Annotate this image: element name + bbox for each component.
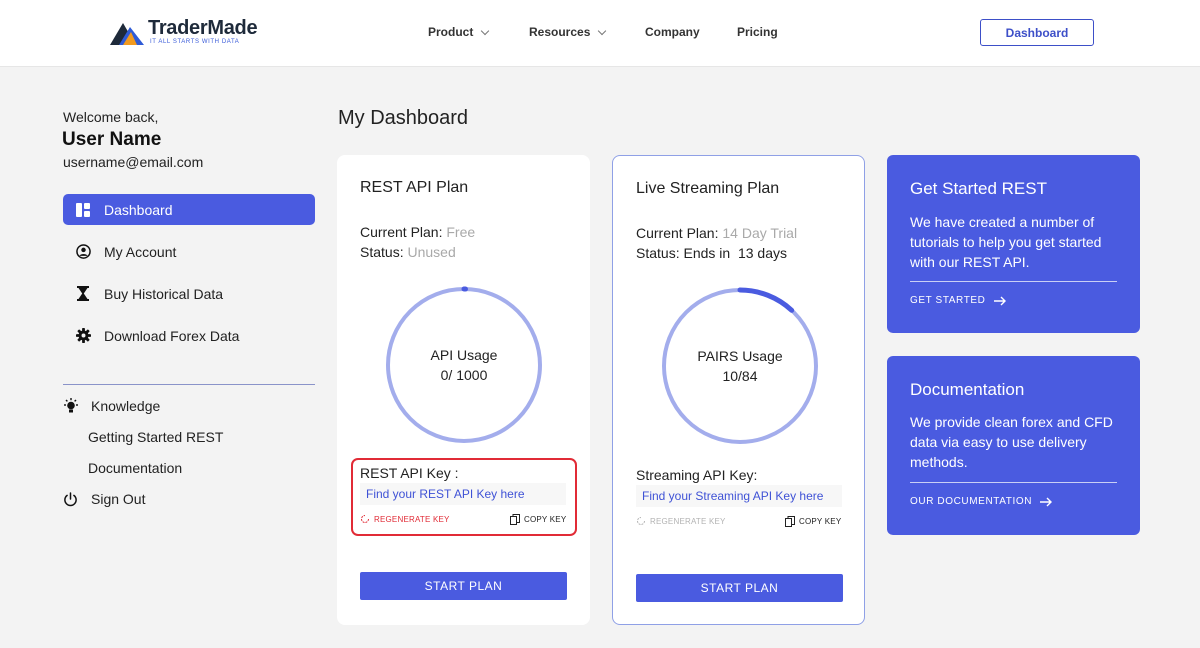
status-label: Status: [636, 245, 680, 261]
nav-product-label: Product [428, 25, 474, 39]
sign-out-label: Sign Out [91, 491, 146, 507]
copy-key-label: COPY KEY [524, 515, 567, 524]
lightbulb-icon [63, 398, 79, 414]
copy-icon [510, 514, 520, 525]
status-line: Status: Ends in 13 days [636, 245, 787, 261]
get-started-label: GET STARTED [910, 295, 986, 306]
nav-product[interactable]: Product [428, 25, 490, 39]
gauge-label: PAIRS Usage 10/84 [660, 286, 820, 446]
gauge-value: 0/ 1000 [440, 367, 488, 383]
sidebar-link-documentation[interactable]: Documentation [88, 460, 182, 476]
sidebar-knowledge[interactable]: Knowledge [63, 398, 160, 414]
sidebar-item-download-forex-data[interactable]: Download Forex Data [63, 320, 315, 351]
current-plan-line: Current Plan: 14 Day Trial [636, 225, 797, 241]
get-started-rest-card: Get Started REST We have created a numbe… [887, 155, 1140, 333]
refresh-icon [637, 517, 645, 525]
sidebar-item-buy-historical-data[interactable]: Buy Historical Data [63, 278, 315, 309]
nav-resources-label: Resources [529, 25, 591, 39]
gauge-title: PAIRS Usage [697, 348, 783, 364]
status-value: Unused [407, 244, 456, 260]
api-key-field[interactable]: Find your Streaming API Key here [636, 485, 842, 507]
page-title: My Dashboard [338, 107, 469, 129]
power-icon [63, 491, 78, 507]
dashboard-button[interactable]: Dashboard [980, 19, 1094, 46]
copy-key-label: COPY KEY [799, 517, 842, 526]
copy-key-button[interactable]: COPY KEY [785, 516, 841, 527]
api-key-label: REST API Key : [360, 465, 459, 481]
gauge-label: API Usage 0/ 1000 [384, 285, 544, 445]
sidebar-item-label: Dashboard [104, 201, 173, 218]
regenerate-key-label: REGENERATE KEY [650, 516, 726, 526]
our-documentation-link[interactable]: OUR DOCUMENTATION [910, 496, 1053, 507]
sidebar-link-getting-started-rest[interactable]: Getting Started REST [88, 429, 223, 445]
start-plan-button[interactable]: START PLAN [636, 574, 843, 602]
gear-icon [75, 328, 91, 344]
sidebar-item-dashboard[interactable]: Dashboard [63, 194, 315, 225]
rest-api-plan-card: REST API Plan Current Plan: Free Status:… [337, 155, 590, 625]
brand-name: TraderMade [148, 17, 258, 39]
card-title: Live Streaming Plan [636, 180, 780, 197]
brand-logo[interactable]: TraderMade IT ALL STARTS WITH DATA [110, 17, 258, 45]
info-card-divider [910, 281, 1117, 282]
user-email: username@email.com [63, 154, 204, 170]
documentation-card: Documentation We provide clean forex and… [887, 356, 1140, 535]
api-key-label: Streaming API Key: [636, 467, 758, 483]
hourglass-icon [75, 286, 91, 302]
info-card-title: Get Started REST [910, 179, 1047, 198]
current-plan-line: Current Plan: Free [360, 224, 475, 240]
sidebar-item-label: Buy Historical Data [104, 285, 224, 302]
status-line: Status: Unused [360, 244, 456, 260]
nav-pricing[interactable]: Pricing [737, 25, 778, 39]
live-streaming-plan-card: Live Streaming Plan Current Plan: 14 Day… [612, 155, 865, 625]
arrow-right-icon [993, 296, 1006, 305]
copy-icon [785, 516, 795, 527]
chevron-down-icon [598, 26, 607, 35]
info-card-text: We provide clean forex and CFD data via … [910, 414, 1113, 470]
nav-pricing-label: Pricing [737, 25, 778, 39]
sidebar-item-label: Download Forex Data [104, 327, 240, 344]
nav-company-label: Company [645, 25, 700, 39]
brand-tagline: IT ALL STARTS WITH DATA [150, 39, 240, 45]
info-card-title: Documentation [910, 380, 1025, 399]
top-navbar: TraderMade IT ALL STARTS WITH DATA Produ… [0, 0, 1200, 67]
regenerate-key-button[interactable]: REGENERATE KEY [360, 514, 450, 524]
account-icon [75, 244, 91, 260]
sidebar-knowledge-label: Knowledge [91, 398, 161, 414]
nav-company[interactable]: Company [645, 25, 700, 39]
api-key-field[interactable]: Find your REST API Key here [360, 483, 566, 505]
sidebar-divider [63, 384, 315, 385]
nav-resources[interactable]: Resources [529, 25, 607, 39]
status-value: Ends in 13 days [683, 245, 787, 261]
current-plan-label: Current Plan: [636, 225, 719, 241]
current-plan-value: 14 Day Trial [722, 225, 798, 241]
info-card-divider [910, 482, 1117, 483]
chevron-down-icon [481, 26, 490, 35]
regenerate-key-label: REGENERATE KEY [374, 514, 450, 524]
logo-mark-icon [110, 22, 144, 45]
current-plan-value: Free [446, 224, 476, 240]
welcome-text: Welcome back, [63, 109, 159, 125]
sidebar-item-my-account[interactable]: My Account [63, 236, 315, 267]
arrow-right-icon [1040, 497, 1053, 506]
start-plan-button[interactable]: START PLAN [360, 572, 567, 600]
get-started-link[interactable]: GET STARTED [910, 295, 1006, 306]
sidebar-sign-out[interactable]: Sign Out [63, 491, 145, 507]
regenerate-key-button[interactable]: REGENERATE KEY [636, 516, 726, 526]
card-title: REST API Plan [360, 179, 469, 196]
copy-key-button[interactable]: COPY KEY [510, 514, 566, 525]
our-documentation-label: OUR DOCUMENTATION [910, 496, 1033, 507]
user-name: User Name [62, 129, 162, 150]
current-plan-label: Current Plan: [360, 224, 443, 240]
status-label: Status: [360, 244, 404, 260]
info-card-text: We have created a number of tutorials to… [910, 214, 1102, 270]
gauge-title: API Usage [430, 347, 498, 363]
dashboard-icon [75, 202, 91, 218]
sidebar-item-label: My Account [104, 243, 177, 260]
refresh-icon [361, 515, 369, 523]
gauge-value: 10/84 [722, 368, 758, 384]
